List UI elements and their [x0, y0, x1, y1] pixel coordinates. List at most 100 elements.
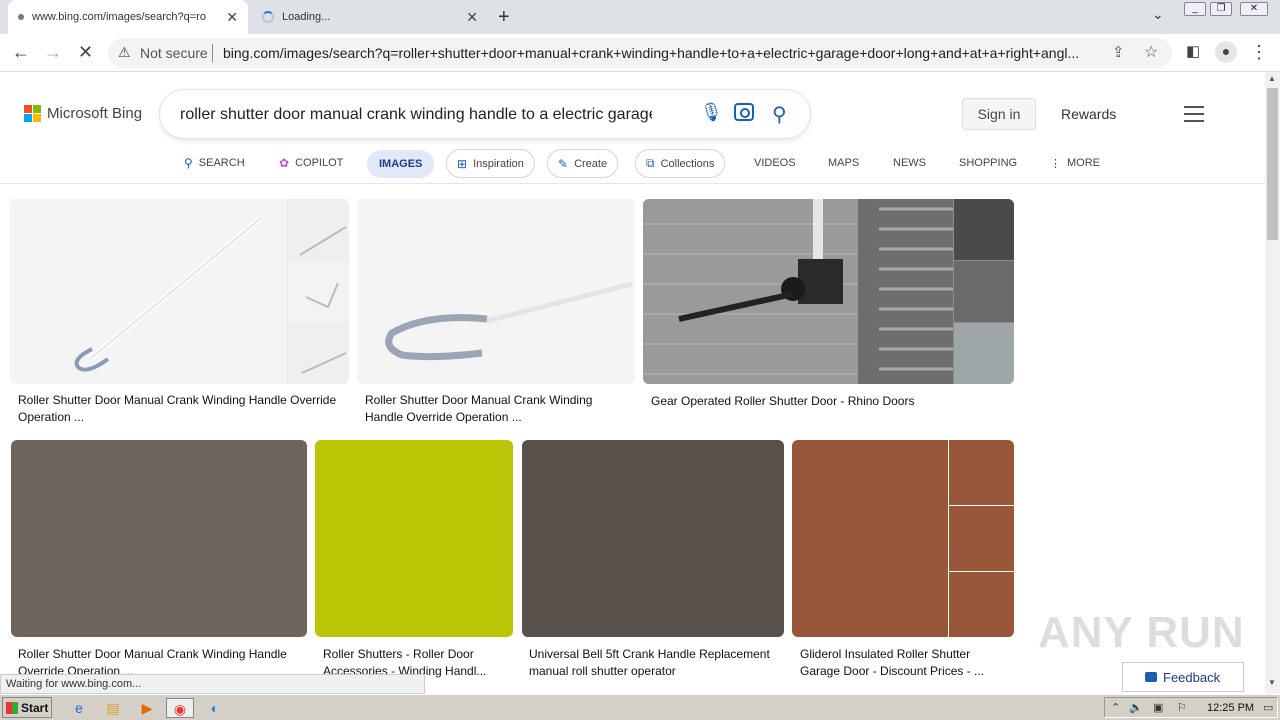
- clock[interactable]: 12:25 PM: [1207, 702, 1254, 714]
- result-thumbnail-placeholder[interactable]: [11, 440, 307, 637]
- result-caption[interactable]: Gear Operated Roller Shutter Door - Rhin…: [651, 393, 1006, 410]
- start-button[interactable]: Start: [2, 697, 52, 718]
- new-tab-button[interactable]: +: [498, 6, 510, 29]
- forward-icon[interactable]: →: [44, 42, 62, 62]
- scroll-up-arrow-icon[interactable]: ▲: [1268, 74, 1276, 83]
- result-caption[interactable]: Roller Shutter Door Manual Crank Winding…: [18, 646, 303, 676]
- scope-create[interactable]: ✎ Create: [547, 149, 619, 178]
- tray-expand-icon[interactable]: ⌃: [1111, 701, 1120, 714]
- scope-label: VIDEOS: [754, 157, 796, 169]
- tab-bing-images[interactable]: www.bing.com/images/search?q=ro ✕: [8, 0, 248, 34]
- tab-strip: www.bing.com/images/search?q=ro ✕ Loadin…: [0, 0, 1280, 34]
- address-bar[interactable]: ⚠ Not secure bing.com/images/search?q=ro…: [108, 38, 1172, 68]
- internet-explorer-icon[interactable]: e: [68, 698, 90, 718]
- side-panel-icon[interactable]: ◧: [1186, 42, 1200, 62]
- scope-news[interactable]: NEWS: [893, 148, 926, 178]
- start-label: Start: [21, 700, 49, 715]
- divider: [212, 44, 213, 62]
- scope-nav: ⚲ SEARCH ✿ COPILOT IMAGES ⊞ Inspiration …: [0, 148, 1265, 184]
- url-text[interactable]: bing.com/images/search?q=roller+shutter+…: [223, 45, 1103, 61]
- result-thumbnail-placeholder[interactable]: [792, 440, 1014, 637]
- collections-icon: ⧉: [646, 156, 655, 170]
- minimize-button[interactable]: _: [1184, 2, 1206, 16]
- windows-flag-icon: [6, 701, 18, 714]
- close-tab-icon[interactable]: ✕: [466, 9, 478, 26]
- scope-inspiration[interactable]: ⊞ Inspiration: [446, 149, 535, 178]
- rewards-link[interactable]: Rewards: [1061, 106, 1116, 122]
- network-icon[interactable]: ▣: [1153, 701, 1163, 714]
- hamburger-menu-icon[interactable]: [1184, 106, 1204, 122]
- result-caption[interactable]: Roller Shutter Door Manual Crank Winding…: [18, 392, 338, 426]
- result-caption[interactable]: Universal Bell 5ft Crank Handle Replacem…: [529, 646, 781, 680]
- stop-icon[interactable]: ✕: [78, 42, 93, 62]
- image-result[interactable]: Gliderol Insulated Roller Shutter Garage…: [792, 440, 1014, 678]
- image-result[interactable]: Roller Shutter Door Manual Crank Winding…: [10, 199, 349, 431]
- crank-hook-image: [385, 281, 633, 361]
- restore-button[interactable]: ❐: [1210, 2, 1232, 16]
- tab-title: www.bing.com/images/search?q=ro: [32, 11, 206, 23]
- tab-search-chevron-icon[interactable]: ⌄: [1152, 6, 1164, 23]
- vertical-scrollbar[interactable]: ▲ ▼: [1265, 72, 1280, 694]
- image-result[interactable]: Gear Operated Roller Shutter Door - Rhin…: [643, 199, 1014, 431]
- scope-label: IMAGES: [379, 158, 423, 170]
- media-player-icon[interactable]: ▶: [136, 698, 158, 718]
- menu-kebab-icon[interactable]: ⋮: [1250, 42, 1268, 62]
- scope-collections[interactable]: ⧉ Collections: [635, 149, 726, 178]
- scope-videos[interactable]: VIDEOS: [754, 148, 796, 178]
- scroll-down-arrow-icon[interactable]: ▼: [1268, 678, 1276, 687]
- microsoft-logo-icon: [24, 105, 41, 122]
- scope-images[interactable]: IMAGES: [367, 150, 435, 178]
- chrome-icon[interactable]: ◉: [166, 698, 194, 718]
- scope-more[interactable]: ⋮ MORE: [1050, 148, 1100, 178]
- profile-icon[interactable]: ●: [1215, 41, 1237, 63]
- scope-search[interactable]: ⚲ SEARCH: [184, 148, 245, 178]
- create-icon: ✎: [558, 156, 569, 171]
- scope-copilot[interactable]: ✿ COPILOT: [279, 148, 343, 178]
- scope-label: MAPS: [828, 157, 860, 169]
- result-thumbnail[interactable]: [643, 199, 1014, 384]
- image-result[interactable]: Universal Bell 5ft Crank Handle Replacem…: [522, 440, 784, 678]
- back-icon[interactable]: ←: [12, 42, 30, 62]
- microphone-icon[interactable]: 🎙: [700, 102, 723, 123]
- share-icon[interactable]: ⇪: [1112, 43, 1125, 61]
- action-center-flag-icon[interactable]: ⚐: [1177, 701, 1187, 714]
- bookmark-star-icon[interactable]: ☆: [1144, 42, 1158, 62]
- bing-logo[interactable]: Microsoft Bing: [24, 105, 142, 122]
- edge-icon[interactable]: ◐: [204, 698, 226, 718]
- search-input[interactable]: [180, 106, 652, 124]
- close-tab-icon[interactable]: ✕: [226, 9, 238, 26]
- result-thumbnail-placeholder[interactable]: [315, 440, 513, 637]
- status-bar: Waiting for www.bing.com...: [0, 674, 425, 694]
- watermark: ANY RUN: [1038, 608, 1245, 657]
- file-explorer-icon[interactable]: ▤: [102, 698, 124, 718]
- tab-loading[interactable]: Loading... ✕: [252, 0, 488, 34]
- result-thumbnail-placeholder[interactable]: [522, 440, 784, 637]
- show-desktop-icon[interactable]: ▭: [1263, 701, 1273, 714]
- scope-label: Inspiration: [473, 157, 524, 170]
- scope-shopping[interactable]: SHOPPING: [959, 148, 1017, 178]
- divider: [949, 571, 1014, 572]
- scope-maps[interactable]: MAPS: [828, 148, 859, 178]
- image-result[interactable]: Roller Shutter Door Manual Crank Winding…: [357, 199, 635, 431]
- result-thumbnail[interactable]: [10, 199, 349, 384]
- scope-label: SHOPPING: [959, 157, 1018, 169]
- image-result[interactable]: Roller Shutter Door Manual Crank Winding…: [11, 440, 307, 676]
- windows-taskbar: Start e ▤ ▶ ◉ ◐ ⌃ 🔈 ▣ ⚐ 12:25 PM ▭: [0, 694, 1280, 720]
- result-thumbnail[interactable]: [357, 199, 635, 384]
- loading-dot-icon: [18, 14, 24, 20]
- feedback-label: Feedback: [1163, 669, 1221, 685]
- close-window-button[interactable]: ✕: [1240, 2, 1268, 16]
- sign-in-button[interactable]: Sign in: [962, 98, 1036, 130]
- result-caption[interactable]: Gliderol Insulated Roller Shutter Garage…: [800, 646, 1010, 680]
- search-icon[interactable]: ⚲: [772, 102, 787, 127]
- warning-icon[interactable]: ⚠: [118, 44, 131, 61]
- feedback-button[interactable]: Feedback: [1122, 662, 1244, 692]
- scrollbar-thumb[interactable]: [1267, 88, 1278, 240]
- visual-search-icon[interactable]: [734, 103, 754, 121]
- volume-icon[interactable]: 🔈: [1129, 701, 1143, 714]
- result-caption[interactable]: Roller Shutter Door Manual Crank Winding…: [365, 392, 627, 426]
- copilot-icon: ✿: [279, 156, 290, 170]
- feedback-icon: [1145, 672, 1157, 682]
- security-label[interactable]: Not secure: [140, 45, 208, 61]
- image-result[interactable]: Roller Shutters - Roller Door Accessorie…: [315, 440, 513, 678]
